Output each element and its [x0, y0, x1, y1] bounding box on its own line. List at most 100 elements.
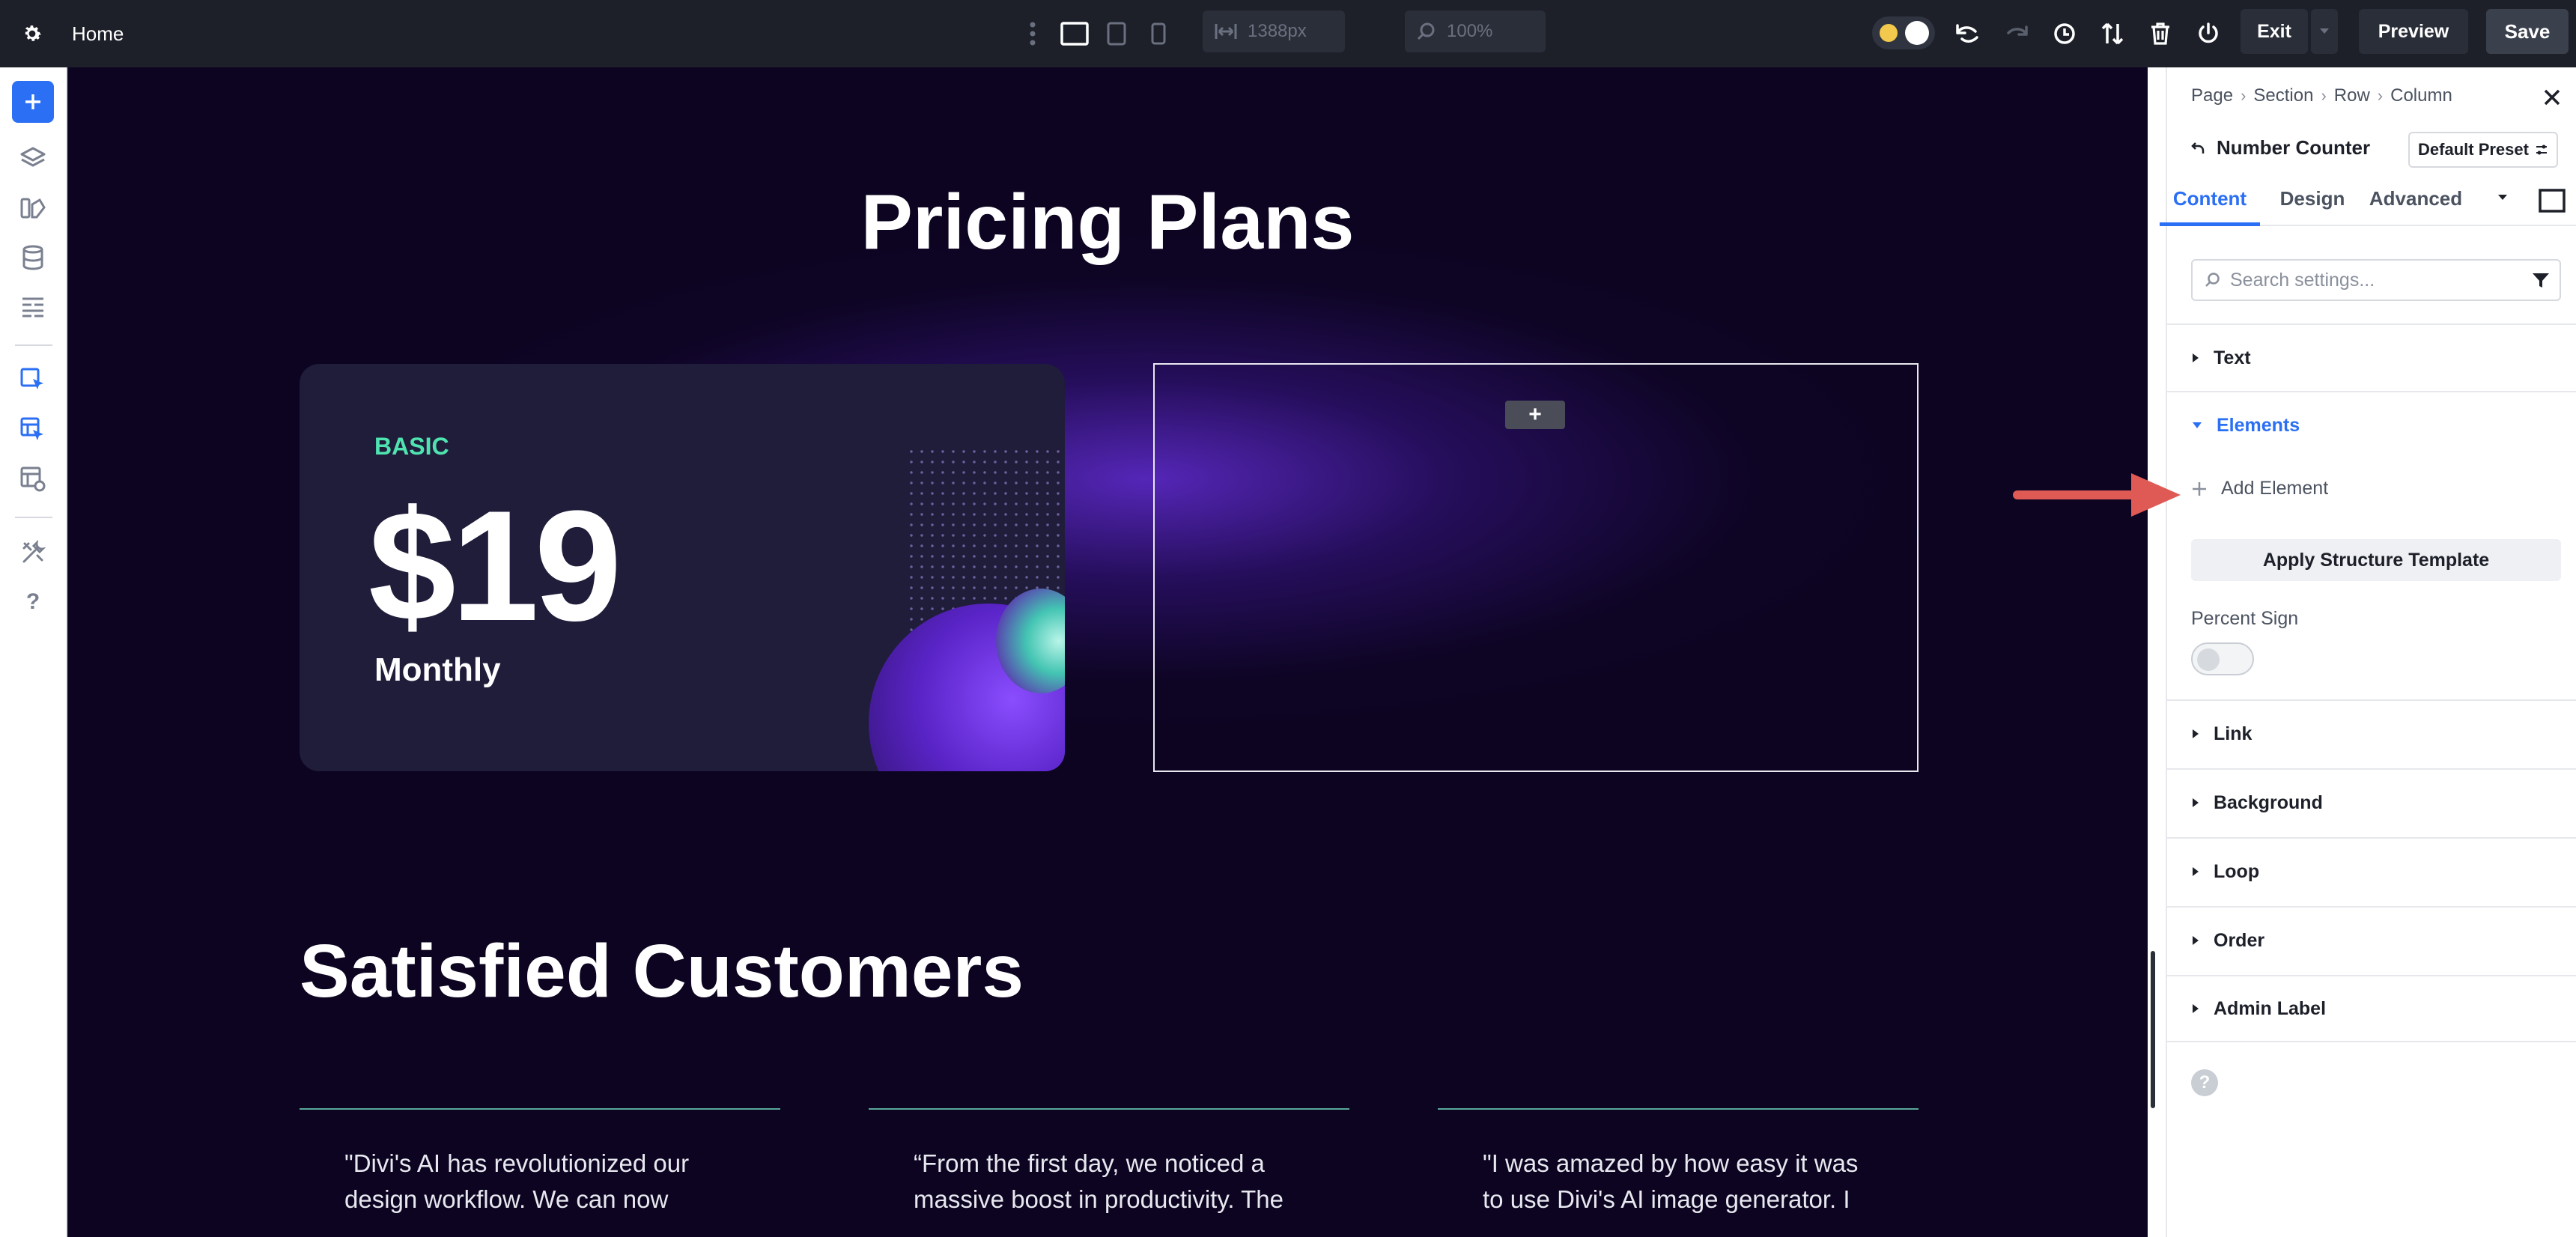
percent-sign-label: Percent Sign: [2191, 608, 2299, 629]
theme-toggle[interactable]: [1872, 16, 1935, 49]
pricing-heading: Pricing Plans: [860, 179, 1355, 266]
empty-column[interactable]: +: [1153, 363, 1919, 772]
sun-icon: [1880, 24, 1898, 42]
breadcrumb-page[interactable]: Page: [2191, 85, 2233, 106]
add-element-button[interactable]: Add Element: [2191, 478, 2328, 499]
tab-content[interactable]: Content: [2160, 180, 2260, 226]
section-order[interactable]: Order: [2167, 906, 2576, 973]
plus-icon: [2193, 481, 2206, 496]
section-elements[interactable]: Elements: [2167, 391, 2576, 458]
scrollbar[interactable]: [2151, 951, 2155, 1108]
cursor-layout-icon[interactable]: [16, 413, 49, 446]
plan-name: BASIC: [374, 433, 449, 460]
section-text[interactable]: Text: [2167, 323, 2576, 391]
section-loop[interactable]: Loop: [2167, 837, 2576, 905]
sidebar-divider: [15, 344, 52, 346]
section-order-label: Order: [2214, 929, 2265, 951]
breadcrumb-column[interactable]: Column: [2390, 85, 2452, 106]
back-arrow-icon[interactable]: [2191, 141, 2206, 156]
caret-down-icon: [2498, 195, 2507, 200]
page-title: Home: [72, 22, 124, 45]
section-admin-label-label: Admin Label: [2214, 997, 2327, 1019]
power-icon[interactable]: [2193, 18, 2224, 49]
chevron-right-icon: ›: [2321, 86, 2327, 105]
filter-icon[interactable]: [2531, 271, 2551, 291]
section-text-label: Text: [2214, 347, 2251, 368]
tab-advanced[interactable]: Advanced: [2363, 180, 2468, 226]
left-sidebar: ?: [0, 67, 67, 1237]
exit-button[interactable]: Exit: [2241, 9, 2308, 54]
module-title: Number Counter: [2191, 136, 2370, 159]
trash-icon[interactable]: [2145, 18, 2176, 49]
cursor-page-icon[interactable]: [16, 364, 49, 397]
plan-price: $19: [368, 478, 622, 654]
viewport-width-field[interactable]: 1388px: [1203, 10, 1345, 52]
close-panel-icon[interactable]: [2539, 84, 2566, 111]
tablet-view-icon[interactable]: [1101, 18, 1132, 49]
preview-button[interactable]: Preview: [2359, 9, 2468, 54]
percent-sign-toggle[interactable]: [2191, 642, 2254, 675]
section-link-label: Link: [2214, 723, 2253, 744]
desktop-view-icon[interactable]: [1059, 18, 1090, 49]
add-element-label: Add Element: [2221, 478, 2329, 499]
tab-more-dropdown[interactable]: [2492, 180, 2513, 226]
sidebar-divider: [15, 517, 52, 518]
toggle-knob: [2197, 648, 2220, 671]
preset-dropdown[interactable]: Default Preset: [2408, 132, 2558, 168]
save-button[interactable]: Save: [2486, 9, 2569, 54]
zoom-value: 100%: [1447, 21, 1493, 41]
preset-label: Default Preset: [2418, 140, 2529, 159]
caret-right-icon: [2193, 353, 2199, 362]
section-background-label: Background: [2214, 791, 2323, 813]
expand-panel-icon[interactable]: [2537, 180, 2567, 226]
zoom-field[interactable]: 100%: [1405, 10, 1546, 52]
builder-canvas[interactable]: Pricing Plans BASIC $19 Monthly + Satisf…: [67, 67, 2148, 1237]
annotation-arrow-icon: [2013, 473, 2181, 517]
search-settings-input[interactable]: Search settings...: [2191, 259, 2561, 301]
breadcrumb-section[interactable]: Section: [2253, 85, 2313, 106]
breadcrumb-row[interactable]: Row: [2334, 85, 2370, 106]
undo-icon[interactable]: [1951, 18, 1983, 49]
more-vertical-icon[interactable]: [1017, 18, 1048, 49]
tools-icon[interactable]: [16, 536, 49, 569]
caret-right-icon: [2193, 936, 2199, 945]
page-settings-icon[interactable]: [16, 463, 49, 496]
theme-builder-icon[interactable]: [16, 192, 49, 225]
redo-icon[interactable]: [2001, 18, 2032, 49]
testimonial-divider: [300, 1108, 780, 1110]
history-clock-icon[interactable]: [2049, 18, 2080, 49]
sliders-icon: [2536, 145, 2547, 155]
breadcrumb: Page › Section › Row › Column: [2191, 85, 2452, 106]
testimonial-divider: [1438, 1108, 1919, 1110]
caret-right-icon: [2193, 798, 2199, 807]
help-icon[interactable]: ?: [16, 586, 49, 618]
settings-tabs: Content Design Advanced: [2160, 180, 2576, 226]
caret-right-icon: [2193, 729, 2199, 738]
phone-view-icon[interactable]: [1143, 18, 1174, 49]
settings-gear-icon[interactable]: [18, 19, 46, 48]
section-elements-label: Elements: [2217, 414, 2300, 436]
help-circle-icon[interactable]: ?: [2191, 1069, 2218, 1096]
plan-period: Monthly: [374, 651, 501, 688]
layers-icon[interactable]: [16, 142, 49, 175]
chevron-down-icon: [2320, 28, 2329, 34]
add-module-plus-button[interactable]: +: [1505, 401, 1565, 429]
caret-right-icon: [2193, 1004, 2199, 1013]
add-module-button[interactable]: [12, 81, 54, 123]
exit-dropdown-button[interactable]: [2311, 9, 2338, 54]
search-icon: [2205, 273, 2220, 287]
viewport-width-value: 1388px: [1248, 21, 1307, 41]
section-link[interactable]: Link: [2167, 699, 2576, 767]
top-toolbar: Home 1388px 100% Exit Preview Save: [0, 0, 2576, 67]
testimonial-text: "Divi's AI has revolutionized our design…: [344, 1149, 690, 1213]
apply-structure-template-button[interactable]: Apply Structure Template: [2191, 539, 2561, 581]
portability-arrows-icon[interactable]: [2097, 18, 2128, 49]
database-icon[interactable]: [16, 241, 49, 274]
section-admin-label[interactable]: Admin Label: [2167, 975, 2576, 1042]
testimonial-text: "I was amazed by how easy it was to use …: [1483, 1149, 1859, 1213]
layout-rows-icon[interactable]: [16, 291, 49, 323]
pricing-card[interactable]: BASIC $19 Monthly: [300, 364, 1065, 771]
tab-design[interactable]: Design: [2267, 180, 2357, 226]
customers-heading: Satisfied Customers: [300, 929, 1024, 1013]
section-background[interactable]: Background: [2167, 768, 2576, 836]
